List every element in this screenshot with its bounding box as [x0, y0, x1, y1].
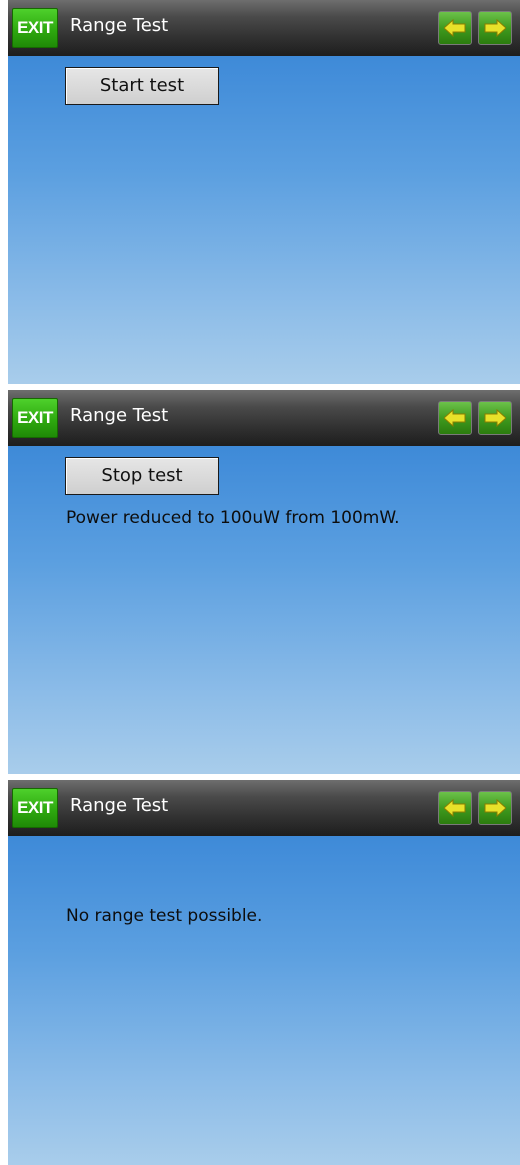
power-status-message: Power reduced to 100uW from 100mW.: [66, 508, 400, 528]
page-title: Range Test: [70, 795, 169, 816]
range-test-screen-running: EXIT Range Test Stop test Power reduced …: [8, 390, 520, 774]
range-test-screen-unavailable: EXIT Range Test No range test possible.: [8, 780, 520, 1165]
title-bar: EXIT Range Test: [8, 390, 520, 446]
next-page-button[interactable]: [478, 11, 512, 45]
content-area: Start test: [8, 56, 520, 384]
content-area: Stop test Power reduced to 100uW from 10…: [8, 446, 520, 774]
start-test-button[interactable]: Start test: [65, 67, 219, 105]
title-bar: EXIT Range Test: [8, 0, 520, 56]
stop-test-button[interactable]: Stop test: [65, 457, 219, 495]
title-bar: EXIT Range Test: [8, 780, 520, 836]
content-area: No range test possible.: [8, 836, 520, 1165]
arrow-left-icon: [444, 19, 466, 37]
next-page-button[interactable]: [478, 791, 512, 825]
page-title: Range Test: [70, 15, 169, 36]
unavailable-message: No range test possible.: [66, 906, 263, 926]
arrow-right-icon: [484, 409, 506, 427]
next-page-button[interactable]: [478, 401, 512, 435]
prev-page-button[interactable]: [438, 11, 472, 45]
arrow-right-icon: [484, 19, 506, 37]
exit-button[interactable]: EXIT: [12, 788, 58, 828]
arrow-left-icon: [444, 799, 466, 817]
page-title: Range Test: [70, 405, 169, 426]
arrow-left-icon: [444, 409, 466, 427]
range-test-screen-start: EXIT Range Test Start test: [8, 0, 520, 384]
screenshot-stack: EXIT Range Test Start test EXIT Range Te…: [0, 0, 520, 1165]
prev-page-button[interactable]: [438, 791, 472, 825]
prev-page-button[interactable]: [438, 401, 472, 435]
arrow-right-icon: [484, 799, 506, 817]
exit-button[interactable]: EXIT: [12, 398, 58, 438]
exit-button[interactable]: EXIT: [12, 8, 58, 48]
